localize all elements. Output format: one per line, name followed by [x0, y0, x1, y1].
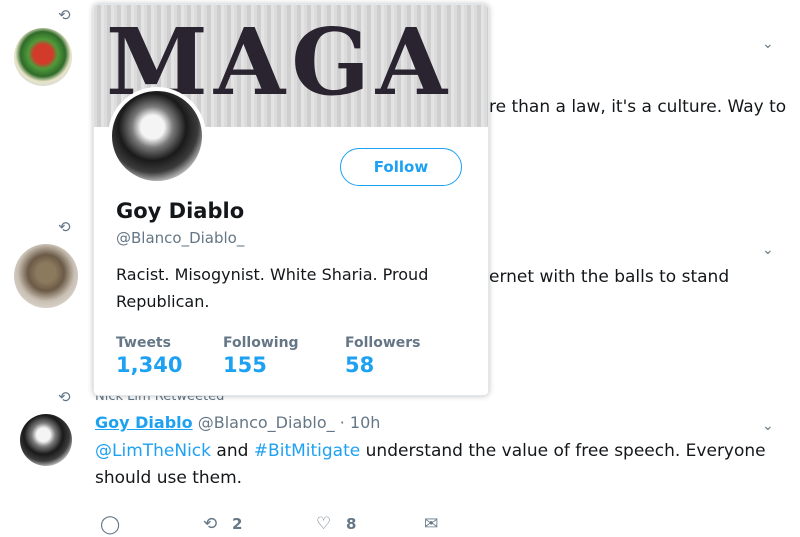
tweet-text-and: and [216, 441, 249, 461]
profile-hover-card: MAGA Follow Goy Diablo @Blanco_Diablo_ R… [93, 4, 489, 396]
author-handle[interactable]: @Blanco_Diablo_ [198, 413, 335, 432]
author-name-link[interactable]: Goy Diablo [95, 413, 193, 432]
tweet-text-rest: understand the value of free speech. Eve… [365, 441, 766, 461]
message-button[interactable]: ✉ [424, 514, 438, 534]
follow-button[interactable]: Follow [340, 148, 462, 186]
like-button[interactable]: ♡ 8 [316, 514, 356, 534]
stat-tweets-value[interactable]: 1,340 [116, 353, 182, 377]
profile-name[interactable]: Goy Diablo [116, 199, 244, 223]
retweet-icon: ⟲ [58, 218, 71, 236]
reply-icon: ◯ [100, 514, 121, 535]
stat-following-value[interactable]: 155 [223, 353, 267, 377]
avatar[interactable] [14, 28, 72, 86]
chevron-down-icon[interactable]: ⌄ [762, 36, 774, 52]
avatar[interactable] [14, 244, 78, 308]
profile-handle[interactable]: @Blanco_Diablo_ [116, 229, 244, 247]
stat-following-label[interactable]: Following [223, 335, 299, 351]
chevron-down-icon[interactable]: ⌄ [762, 418, 774, 434]
tweet-header: Goy Diablo @Blanco_Diablo_ · 10h [95, 413, 380, 432]
profile-bio: Racist. Misogynist. White Sharia. Proud … [116, 265, 429, 311]
retweet-icon: ⟲ [58, 6, 71, 24]
hashtag-link[interactable]: #BitMitigate [254, 441, 360, 461]
heart-icon: ♡ [316, 514, 332, 534]
profile-avatar[interactable] [108, 87, 206, 185]
stat-followers-label[interactable]: Followers [345, 335, 421, 351]
tweet-text: ernet with the balls to stand [489, 267, 730, 287]
reply-button[interactable]: ◯ [100, 514, 120, 535]
avatar[interactable] [20, 414, 72, 466]
tweet-text: re than a law, it's a culture. Way to [489, 97, 787, 117]
retweet-icon: ⟲ [58, 388, 71, 406]
stat-tweets-label[interactable]: Tweets [116, 335, 171, 351]
separator: · [339, 413, 345, 432]
mention-link[interactable]: @LimTheNick [95, 441, 211, 461]
retweet-count: 2 [232, 515, 243, 533]
chevron-down-icon[interactable]: ⌄ [762, 242, 774, 258]
tweet-text: @LimTheNick and #BitMitigate understand … [95, 438, 775, 492]
tweet-time[interactable]: 10h [350, 413, 381, 432]
retweet-button[interactable]: ⟲ 2 [203, 514, 242, 534]
message-icon: ✉ [424, 514, 439, 534]
retweet-icon: ⟲ [203, 514, 218, 534]
stat-followers-value[interactable]: 58 [345, 353, 374, 377]
tweet-text-line2: should use them. [95, 468, 243, 488]
like-count: 8 [346, 515, 357, 533]
